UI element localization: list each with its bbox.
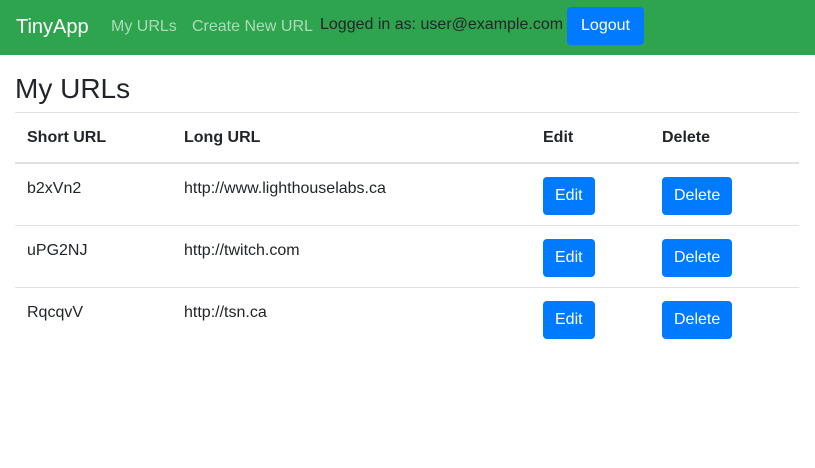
urls-table: Short URL Long URL Edit Delete b2xVn2 ht… [15,112,799,349]
header-delete: Delete [650,112,799,164]
table-header-row: Short URL Long URL Edit Delete [15,112,799,164]
header-short-url: Short URL [15,112,172,164]
header-edit: Edit [531,112,650,164]
logout-button[interactable]: Logout [567,7,644,45]
short-url-cell: b2xVn2 [15,163,172,226]
short-url-cell: RqcqvV [27,303,84,321]
delete-button[interactable]: Delete [662,300,733,339]
header-long-url: Long URL [172,112,531,164]
nav-link-create-new-url[interactable]: Create New URL [192,16,313,38]
delete-cell: Delete [650,287,799,349]
table-row: uPG2NJ http://twitch.com Edit Delete [15,225,799,288]
long-url-cell: http://twitch.com [172,225,531,288]
long-url-cell: http://www.lighthouselabs.ca [172,163,531,226]
delete-button[interactable]: Delete [662,177,733,215]
edit-button[interactable]: Edit [543,238,595,277]
edit-button[interactable]: Edit [543,177,595,215]
delete-cell: Delete [650,163,799,226]
delete-button[interactable]: Delete [662,238,733,277]
table-row: RqcqvV http://tsn.ca Edit Delete [15,287,799,349]
table-row: b2xVn2 http://www.lighthouselabs.ca Edit… [15,163,799,226]
edit-cell: Edit [531,225,650,288]
brand-logo[interactable]: TinyApp [16,14,89,40]
page-title: My URLs [15,73,131,104]
delete-cell: Delete [650,225,799,288]
edit-cell: Edit [531,287,650,349]
navbar: TinyApp My URLs Create New URL Logged in… [0,0,815,55]
short-url-cell: uPG2NJ [15,225,172,288]
edit-button[interactable]: Edit [543,300,595,339]
long-url-cell: http://tsn.ca [184,303,267,321]
edit-cell: Edit [531,163,650,226]
login-status: Logged in as: user@example.com [320,16,564,33]
nav-link-my-urls[interactable]: My URLs [111,16,177,38]
